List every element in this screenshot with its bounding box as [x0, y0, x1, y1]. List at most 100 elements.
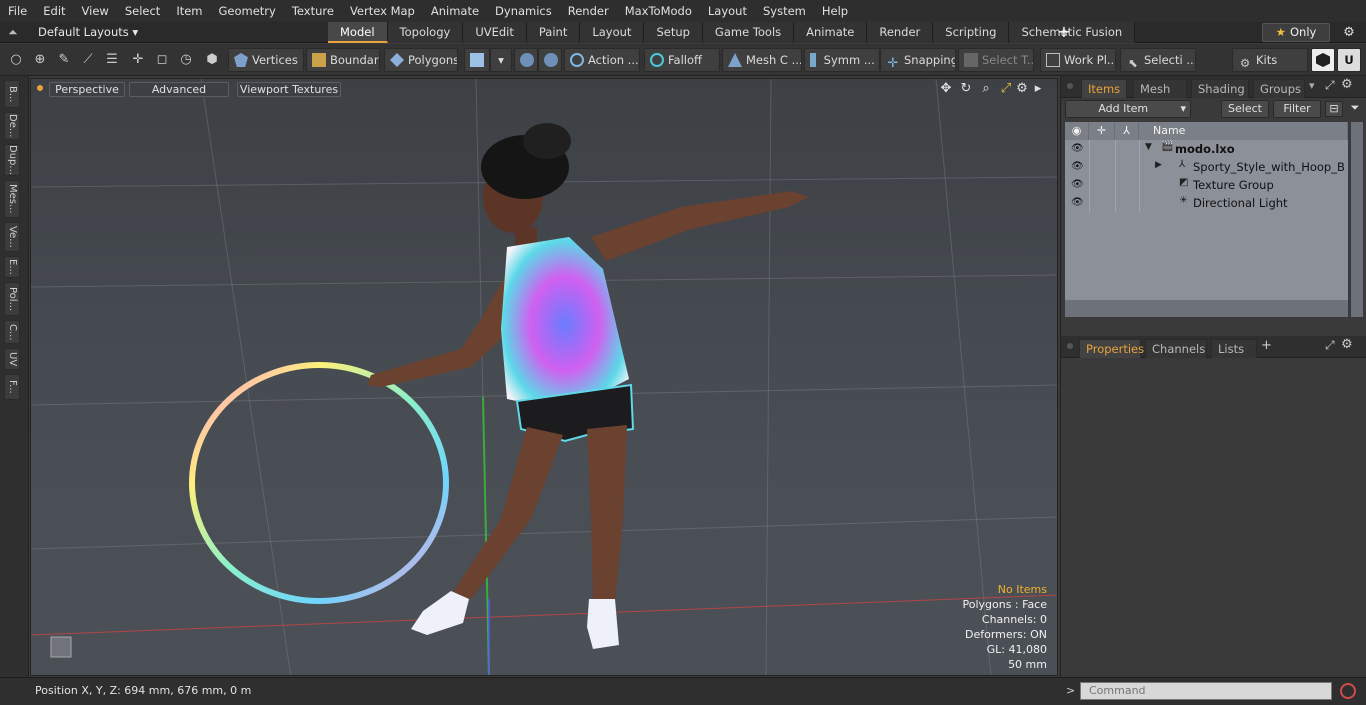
panel-gear-icon[interactable]: ⚙ — [1341, 77, 1353, 92]
tab-render[interactable]: Render — [867, 22, 934, 43]
left-strip-tab-6[interactable]: Pol... — [4, 282, 20, 316]
cube-icon[interactable]: ⬢ — [202, 50, 222, 70]
tab-mesh[interactable]: Mesh ... — [1133, 79, 1187, 114]
lock-column-header[interactable]: ✛ — [1089, 122, 1115, 140]
command-input[interactable]: Command — [1080, 682, 1332, 700]
circle-select-icon[interactable]: ○ — [6, 50, 26, 70]
name-column-header[interactable]: Name — [1139, 122, 1348, 140]
gear-icon[interactable]: ⚙ — [1338, 23, 1360, 42]
select-through-button[interactable]: Select T... — [958, 48, 1034, 72]
tab-topology[interactable]: Topology — [387, 22, 464, 43]
visibility-eye-icon[interactable]: 👁 — [1071, 197, 1085, 209]
tab-game-tools[interactable]: Game Tools — [702, 22, 795, 43]
mesh-constraint-button[interactable]: Mesh C ... — [722, 48, 802, 72]
viewport-textures-dropdown[interactable]: Viewport Textures — [237, 82, 341, 97]
zoom-icon[interactable]: ⌕ — [978, 81, 994, 97]
type-column-header[interactable]: ⅄ — [1115, 122, 1139, 140]
menu-item-vertex-map[interactable]: Vertex Map — [342, 0, 423, 22]
add-item-button[interactable]: Add Item ▾ — [1065, 100, 1191, 118]
square-select-icon[interactable]: ◻ — [152, 50, 172, 70]
menu-item-texture[interactable]: Texture — [284, 0, 342, 22]
menu-item-render[interactable]: Render — [560, 0, 617, 22]
polygons-button[interactable]: Polygons — [384, 48, 458, 72]
menu-item-view[interactable]: View — [74, 0, 117, 22]
menu-item-maxtomodo[interactable]: MaxToModo — [617, 0, 700, 22]
horizontal-scrollbar[interactable] — [1065, 300, 1348, 317]
cube-logo-button[interactable] — [1311, 48, 1335, 72]
pen-icon[interactable]: ✎ — [54, 50, 74, 70]
tab-animate[interactable]: Animate — [794, 22, 868, 43]
tab-items[interactable]: Items — [1081, 79, 1127, 98]
menu-item-help[interactable]: Help — [814, 0, 856, 22]
globe-icon[interactable]: ⊕ — [30, 50, 50, 70]
tab-groups[interactable]: Groups — [1253, 79, 1305, 98]
kits-button[interactable]: ⚙ Kits — [1232, 48, 1308, 72]
tab-shading[interactable]: Shading — [1191, 79, 1249, 98]
select-button[interactable]: Select — [1221, 100, 1269, 118]
maximize-icon[interactable]: ⤢ — [998, 81, 1014, 97]
menu-item-select[interactable]: Select — [117, 0, 168, 22]
layout-selector[interactable]: Default Layouts ▾ — [28, 22, 142, 43]
left-strip-tab-0[interactable]: B... — [4, 80, 20, 108]
brush-icon[interactable]: ⟋ — [78, 50, 98, 70]
menu-item-file[interactable]: File — [0, 0, 35, 22]
add-properties-tab-icon[interactable]: + — [1261, 338, 1272, 353]
selection-sets-button[interactable]: ⬉ Selecti ... — [1120, 48, 1196, 72]
material-button[interactable] — [464, 48, 490, 72]
vertical-scrollbar[interactable] — [1351, 122, 1363, 317]
expand-arrow-icon[interactable]: ▶ — [1155, 160, 1162, 170]
viewport-gear-icon[interactable]: ⚙ — [1014, 81, 1030, 97]
symmetry-button[interactable]: Symm ... — [804, 48, 880, 72]
material-dropdown[interactable]: ▾ — [490, 48, 512, 72]
left-strip-tab-1[interactable]: De... — [4, 112, 20, 140]
falloff-button[interactable]: Falloff — [644, 48, 720, 72]
snapping-button[interactable]: ✛ Snapping — [880, 48, 956, 72]
item-row[interactable]: 👁 ◩ Texture Group — [1065, 176, 1348, 194]
left-strip-tab-3[interactable]: Mes... — [4, 180, 20, 218]
menu-item-edit[interactable]: Edit — [35, 0, 73, 22]
item-row[interactable]: 👁 ▶ ⅄ Sporty_Style_with_Hoop_Bla ... — [1065, 158, 1348, 176]
tab-properties[interactable]: Properties — [1079, 339, 1144, 358]
collapse-icon[interactable]: ⏶ — [8, 25, 18, 40]
visibility-eye-icon[interactable]: 👁 — [1071, 143, 1085, 155]
perspective-dropdown[interactable]: Perspective — [49, 82, 125, 97]
tab-paint[interactable]: Paint — [526, 22, 581, 43]
only-button[interactable]: ★ Only — [1262, 23, 1330, 42]
pan-icon[interactable]: ✥ — [938, 81, 954, 97]
left-strip-tab-2[interactable]: Dup... — [4, 144, 20, 176]
align-icon[interactable]: ☰ — [102, 50, 122, 70]
tab-uvedit[interactable]: UVEdit — [463, 22, 527, 43]
left-strip-tab-4[interactable]: Ve... — [4, 222, 20, 252]
tab-setup[interactable]: Setup — [644, 22, 703, 43]
collapse-all-icon[interactable]: ⊟ — [1325, 101, 1343, 117]
menu-item-dynamics[interactable]: Dynamics — [487, 0, 560, 22]
boundary-button[interactable]: Boundary — [306, 48, 380, 72]
move-center-icon[interactable]: ✛ — [128, 50, 148, 70]
properties-gear-icon[interactable]: ⚙ — [1341, 337, 1353, 352]
item-row[interactable]: 👁 ▼ 🎬 modo.lxo — [1065, 140, 1348, 158]
work-plane-button[interactable]: Work Pl... — [1040, 48, 1116, 72]
left-strip-tab-5[interactable]: E... — [4, 256, 20, 278]
vertices-button[interactable]: Vertices — [228, 48, 304, 72]
item-row[interactable]: 👁 ☀ Directional Light — [1065, 194, 1348, 212]
rotate-icon[interactable]: ↻ — [958, 81, 974, 97]
add-tab-button[interactable]: + — [1054, 22, 1074, 43]
3d-viewport[interactable]: Perspective Advanced Viewport Textures ✥… — [30, 78, 1058, 676]
properties-expand-icon[interactable]: ⤢ — [1325, 338, 1335, 353]
funnel-icon[interactable]: ⏷ — [1347, 101, 1363, 117]
symmetry-icon-button[interactable] — [538, 48, 562, 72]
visibility-column-header[interactable]: ◉ — [1065, 122, 1089, 140]
unreal-logo-button[interactable]: U — [1337, 48, 1361, 72]
menu-item-item[interactable]: Item — [168, 0, 210, 22]
tabs-dropdown-icon[interactable]: ▾ — [1309, 79, 1315, 92]
expand-arrow-icon[interactable]: ▼ — [1145, 142, 1152, 152]
advanced-dropdown[interactable]: Advanced — [129, 82, 229, 97]
menu-item-geometry[interactable]: Geometry — [211, 0, 284, 22]
tab-lists[interactable]: Lists — [1211, 339, 1257, 358]
tab-model[interactable]: Model — [328, 22, 388, 43]
record-icon[interactable] — [1340, 683, 1356, 699]
tab-channels[interactable]: Channels — [1145, 339, 1207, 358]
menu-item-animate[interactable]: Animate — [423, 0, 487, 22]
expand-icon[interactable]: ⤢ — [1325, 78, 1335, 93]
menu-item-system[interactable]: System — [755, 0, 814, 22]
